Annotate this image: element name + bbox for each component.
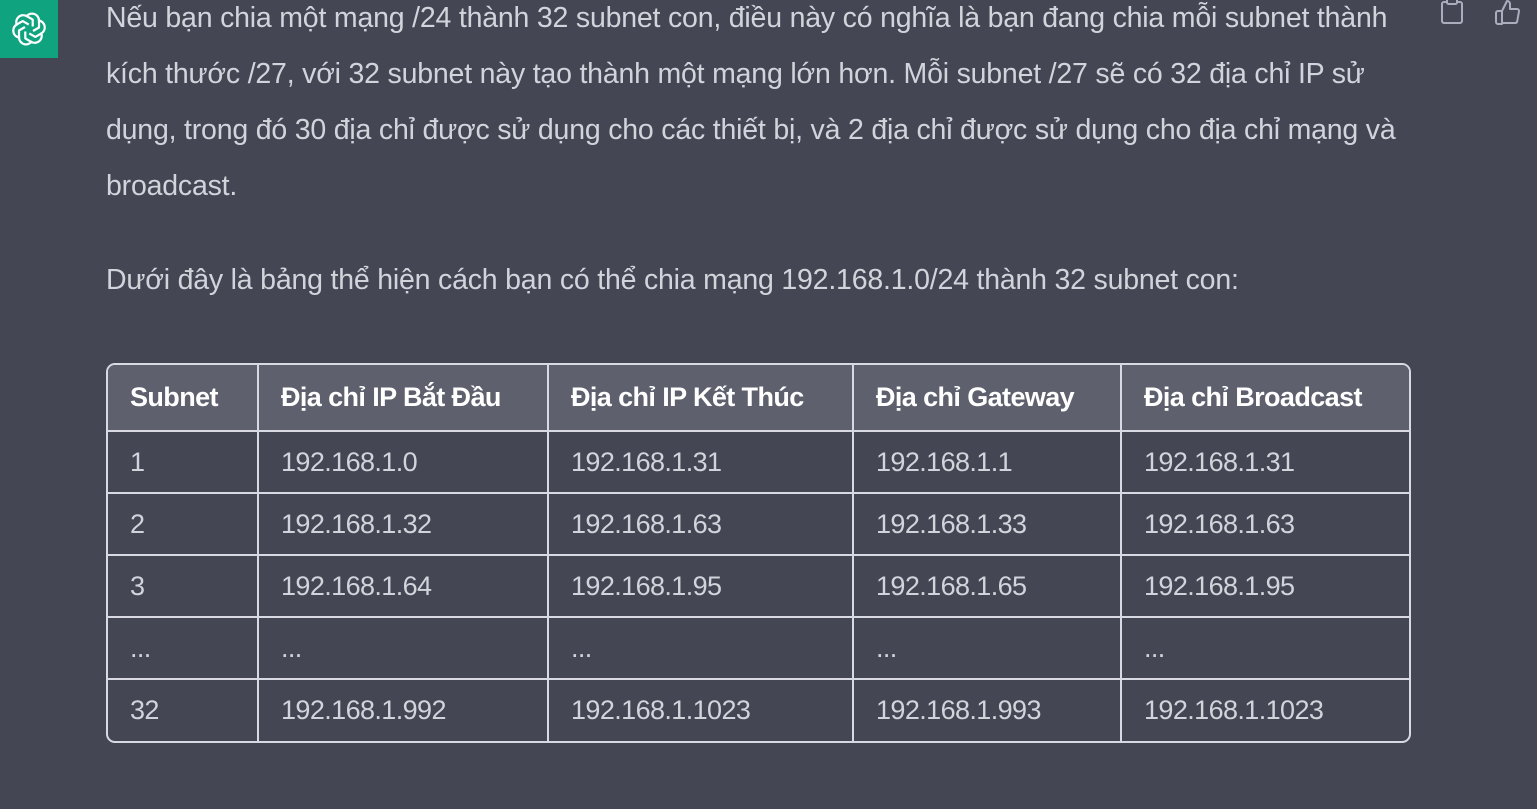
- message-paragraph: Dưới đây là bảng thể hiện cách bạn có th…: [106, 264, 1239, 296]
- table-cell: 192.168.1.32: [257, 492, 549, 556]
- table-cell: 192.168.1.31: [1120, 430, 1409, 494]
- table-cell: 192.168.1.95: [1120, 554, 1409, 618]
- table-cell: ...: [1120, 616, 1409, 680]
- table-cell: 192.168.1.1: [852, 430, 1122, 494]
- column-header: Địa chỉ Gateway: [852, 365, 1122, 432]
- thumbs-up-icon: [1495, 0, 1520, 25]
- table-cell: ...: [547, 616, 854, 680]
- column-header: Địa chỉ IP Kết Thúc: [547, 365, 854, 432]
- table-cell: 1: [108, 430, 259, 494]
- table-cell: ...: [108, 616, 259, 680]
- table-row: 3 192.168.1.64 192.168.1.95 192.168.1.65…: [108, 554, 1409, 618]
- table-cell: 192.168.1.63: [547, 492, 854, 556]
- table-cell: 192.168.1.0: [257, 430, 549, 494]
- openai-logo-icon: [12, 12, 46, 46]
- assistant-message: Nếu bạn chia một mạng /24 thành 32 subne…: [106, 0, 1416, 308]
- column-header: Subnet: [108, 365, 259, 432]
- table-row: 32 192.168.1.992 192.168.1.1023 192.168.…: [108, 678, 1409, 741]
- table-cell: 192.168.1.63: [1120, 492, 1409, 556]
- table-cell: 2: [108, 492, 259, 556]
- table-row: ... ... ... ... ...: [108, 616, 1409, 680]
- table-cell: 192.168.1.993: [852, 678, 1122, 741]
- table-cell: ...: [257, 616, 549, 680]
- table-cell: 3: [108, 554, 259, 618]
- table-cell: 32: [108, 678, 259, 741]
- message-actions: [1437, 0, 1523, 28]
- subnet-table: Subnet Địa chỉ IP Bắt Đầu Địa chỉ IP Kết…: [106, 363, 1411, 743]
- table-cell: 192.168.1.95: [547, 554, 854, 618]
- table-cell: 192.168.1.33: [852, 492, 1122, 556]
- thumbs-up-button[interactable]: [1493, 0, 1523, 28]
- table-cell: 192.168.1.1023: [547, 678, 854, 741]
- table-cell: 192.168.1.65: [852, 554, 1122, 618]
- table-cell: 192.168.1.1023: [1120, 678, 1409, 741]
- copy-button[interactable]: [1437, 0, 1467, 28]
- column-header: Địa chỉ IP Bắt Đầu: [257, 365, 549, 432]
- table-cell: 192.168.1.64: [257, 554, 549, 618]
- table-cell: 192.168.1.31: [547, 430, 854, 494]
- assistant-avatar: [0, 0, 58, 58]
- message-paragraph: Nếu bạn chia một mạng /24 thành 32 subne…: [106, 2, 1396, 202]
- column-header: Địa chỉ Broadcast: [1120, 365, 1409, 432]
- clipboard-icon: [1441, 0, 1463, 24]
- table-cell: 192.168.1.992: [257, 678, 549, 741]
- table-row: 1 192.168.1.0 192.168.1.31 192.168.1.1 1…: [108, 430, 1409, 494]
- table-header-row: Subnet Địa chỉ IP Bắt Đầu Địa chỉ IP Kết…: [108, 365, 1409, 432]
- table-cell: ...: [852, 616, 1122, 680]
- table-row: 2 192.168.1.32 192.168.1.63 192.168.1.33…: [108, 492, 1409, 556]
